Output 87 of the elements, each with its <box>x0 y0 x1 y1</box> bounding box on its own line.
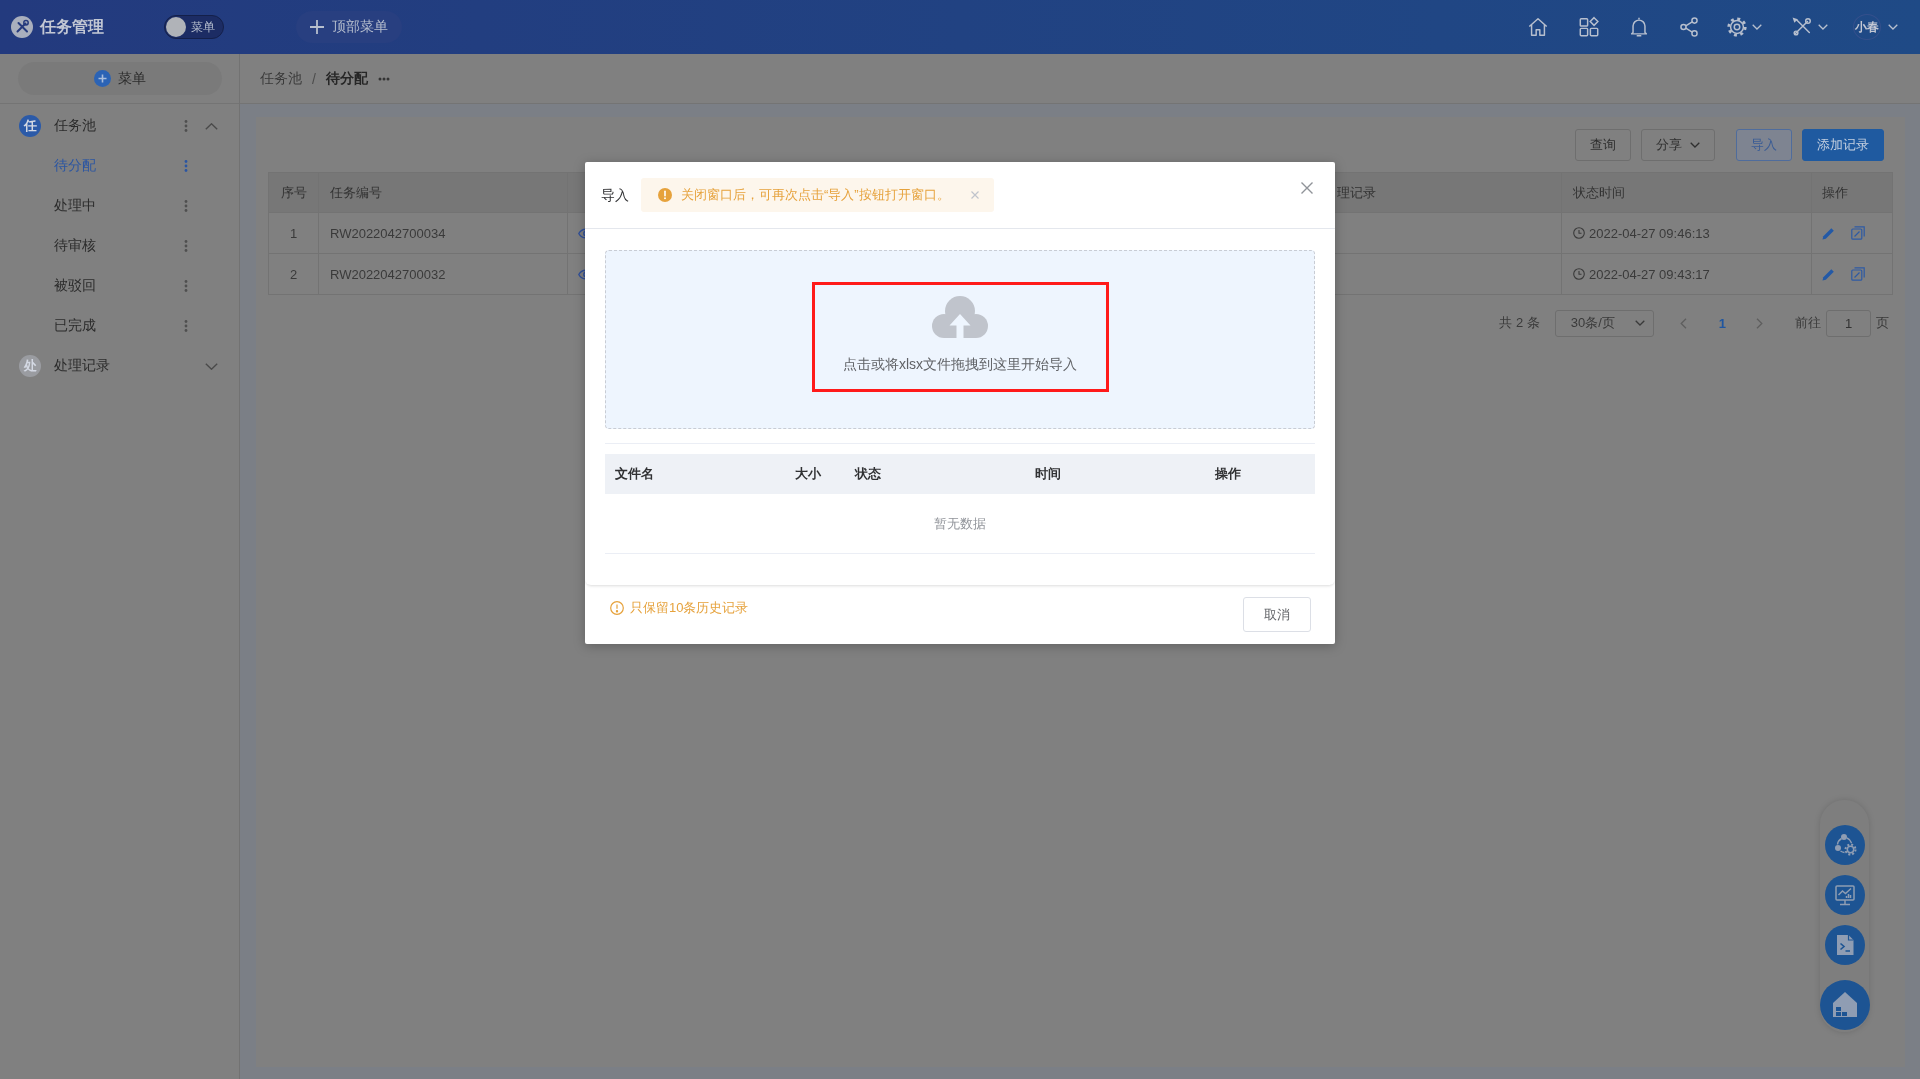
close-icon[interactable] <box>1301 182 1313 194</box>
more-icon[interactable] <box>184 280 188 292</box>
settings-icon[interactable] <box>1726 16 1748 38</box>
letter-badge: 任 <box>19 115 41 137</box>
apps-icon[interactable] <box>1578 16 1600 38</box>
empty-message: 暂无数据 <box>934 514 986 533</box>
more-icon[interactable] <box>184 160 188 172</box>
upload-hint: 点击或将xlsx文件拖拽到这里开始导入 <box>842 356 1078 374</box>
terminal-file-icon[interactable] <box>1824 925 1865 965</box>
cloud-upload-icon <box>930 295 990 340</box>
info-icon <box>610 601 624 615</box>
nav-group[interactable]: 任务池 <box>54 117 96 135</box>
copy-icon[interactable] <box>1851 267 1865 281</box>
chevron-down-icon[interactable] <box>1818 24 1828 30</box>
table-header-cell: 序号 <box>280 183 307 202</box>
chevron-up-icon[interactable] <box>204 122 218 130</box>
warning-icon <box>658 188 672 202</box>
total-count: 共 2 条 <box>1499 314 1540 332</box>
breadcrumb-current: 待分配 <box>325 69 368 88</box>
breadcrumb-separator: / <box>312 70 316 87</box>
table-cell: 2022-04-27 09:46:13 <box>1589 225 1710 241</box>
plus-circle-icon <box>94 70 111 87</box>
nav-group[interactable]: 处理记录 <box>54 357 110 375</box>
more-icon[interactable] <box>377 76 390 81</box>
more-icon[interactable] <box>184 120 188 132</box>
home-icon[interactable] <box>1527 16 1549 38</box>
more-icon[interactable] <box>184 320 188 332</box>
history-note: 只保留10条历史记录 <box>630 599 749 617</box>
table-cell: RW2022042700032 <box>330 266 446 282</box>
table-header-cell: 状态时间 <box>1573 183 1625 202</box>
notification-bell-icon[interactable] <box>1628 16 1650 38</box>
nav-item[interactable]: 处理中 <box>54 197 96 215</box>
alert-message: 关闭窗口后，可再次点击“导入”按钮打开窗口。 <box>681 186 950 204</box>
chevron-down-icon <box>1690 142 1700 148</box>
more-icon[interactable] <box>184 200 188 212</box>
nav-item[interactable]: 被驳回 <box>54 277 96 295</box>
copy-icon[interactable] <box>1851 226 1865 240</box>
chevron-down-icon[interactable] <box>1888 24 1898 30</box>
goto-label: 前往 <box>1795 314 1821 332</box>
clock-icon <box>1573 227 1585 239</box>
letter-badge: 处 <box>19 355 41 377</box>
app-title: 任务管理 <box>40 16 104 37</box>
table-header-cell: 任务编号 <box>330 183 382 202</box>
close-icon[interactable] <box>970 191 979 199</box>
table-header-cell-text: 操作 <box>1214 465 1242 483</box>
top-menu-button[interactable]: 顶部菜单 <box>296 11 402 43</box>
add-menu-button[interactable]: 菜单 <box>18 62 222 95</box>
more-icon[interactable] <box>184 240 188 252</box>
query-button[interactable]: 查询 <box>1575 129 1631 161</box>
upload-dropzone[interactable]: 点击或将xlsx文件拖拽到这里开始导入 <box>605 250 1315 429</box>
table-header-cell: 操作 <box>1822 183 1848 202</box>
add-record-button[interactable]: 添加记录 <box>1802 129 1884 161</box>
network-gear-icon[interactable] <box>1824 825 1865 865</box>
chevron-down-icon <box>1634 320 1645 326</box>
home-icon[interactable] <box>1819 980 1870 1030</box>
table-cell: 1 <box>289 225 298 241</box>
logo-icon <box>11 16 33 38</box>
cancel-button[interactable]: 取消 <box>1243 597 1311 632</box>
page-size-select[interactable]: 30条/页 <box>1554 309 1654 337</box>
tools-icon[interactable] <box>1791 16 1813 38</box>
dialog-title: 导入 <box>601 187 629 205</box>
table-cell: 2 <box>289 266 298 282</box>
nav-item[interactable]: 待分配 <box>54 157 96 175</box>
chevron-down-icon[interactable] <box>204 362 218 370</box>
table-header-cell-text: 文件名 <box>614 465 655 483</box>
menu-toggle[interactable]: 菜单 <box>164 15 224 39</box>
nav-item[interactable]: 已完成 <box>54 317 96 335</box>
share-icon[interactable] <box>1678 16 1700 38</box>
table-cell: 2022-04-27 09:43:17 <box>1589 266 1710 282</box>
chevron-right-icon[interactable] <box>1756 317 1763 329</box>
share-dropdown-button[interactable]: 分享 <box>1641 129 1715 161</box>
plus-icon <box>310 20 324 34</box>
table-cell: RW2022042700034 <box>330 225 446 241</box>
table-header-cell-text: 大小 <box>794 465 822 483</box>
edit-pencil-icon[interactable] <box>1822 226 1835 240</box>
chart-monitor-icon[interactable] <box>1824 875 1865 915</box>
breadcrumb-link[interactable]: 任务池 <box>260 69 302 88</box>
edit-pencil-icon[interactable] <box>1822 267 1835 281</box>
nav-item[interactable]: 待审核 <box>54 237 96 255</box>
page-input[interactable]: 1 <box>1826 309 1871 337</box>
clock-icon <box>1573 268 1585 280</box>
chevron-left-icon[interactable] <box>1679 317 1687 329</box>
table-header-cell: 理记录 <box>1337 183 1376 202</box>
table-header-cell-text: 时间 <box>1034 465 1062 483</box>
table-header-cell-text: 状态 <box>853 465 882 483</box>
chevron-down-icon[interactable] <box>1752 24 1762 30</box>
page-suffix: 页 <box>1876 314 1889 332</box>
